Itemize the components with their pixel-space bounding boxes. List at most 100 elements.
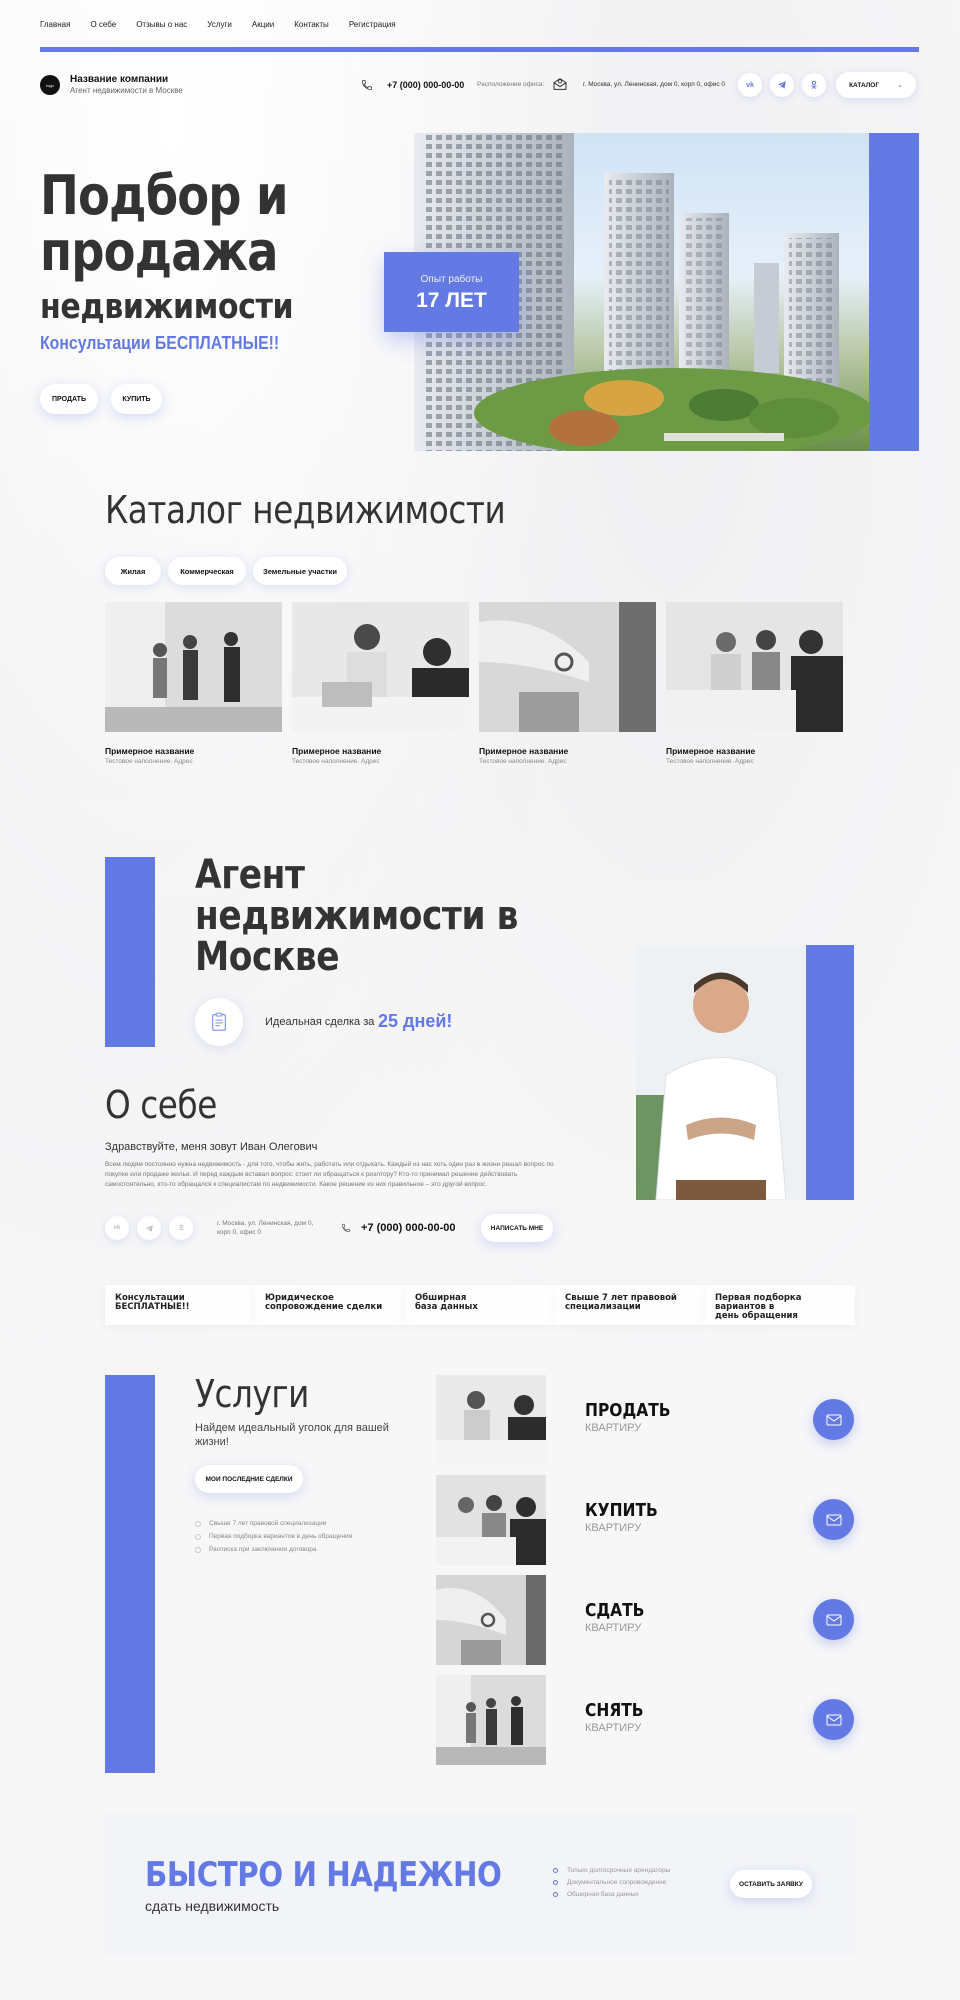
tab-residential[interactable]: Жилая — [105, 557, 161, 585]
nav-item-register[interactable]: Регистрация — [349, 20, 396, 29]
services-accent-bar — [105, 1375, 155, 1773]
service-mail-button[interactable] — [813, 1699, 854, 1740]
services-bullet-text: Расписка при заключении договора — [209, 1546, 317, 1553]
telegram-button[interactable] — [770, 73, 794, 97]
mail-icon — [826, 1714, 841, 1725]
odnoklassniki-button[interactable] — [169, 1216, 193, 1240]
hero-accent-block — [869, 133, 919, 451]
buy-button[interactable]: КУПИТЬ — [111, 384, 162, 414]
deal-days: 25 дней! — [378, 1011, 453, 1031]
bullet-dot-icon — [553, 1892, 558, 1897]
service-subtitle: КВАРТИРУ — [585, 1622, 642, 1634]
catalog-label: КАТАЛОГ — [849, 81, 880, 89]
promo-bullet-text: Только долгосрочные арендаторы — [567, 1867, 671, 1874]
office-consultation-photo — [666, 602, 843, 732]
service-image — [436, 1575, 546, 1665]
catalog-card-image[interactable] — [666, 602, 843, 732]
promo-bullet-text: Обширная база данных — [567, 1891, 639, 1898]
feature-item: Консультации БЕСПЛАТНЫЕ!! — [105, 1285, 255, 1325]
document-icon — [195, 998, 243, 1046]
bullet-dot-icon — [195, 1533, 201, 1540]
about-text: Всем людям постоянно нужна недвижимость … — [105, 1161, 554, 1188]
catalog-card-subtitle: Тестовое наполнение. Адрес — [105, 758, 193, 765]
telegram-icon — [145, 1224, 153, 1232]
nav-item-contacts[interactable]: Контакты — [294, 20, 329, 29]
services-bullet-text: Первая подборка вариантов в день обращен… — [209, 1533, 353, 1540]
business-meeting-photo — [292, 602, 469, 732]
page: Главная О себе Отзывы о нас Услуги Акции… — [0, 0, 960, 2000]
vk-button[interactable]: vk — [105, 1216, 129, 1240]
nav-item-about[interactable]: О себе — [90, 20, 116, 29]
experience-badge: Опыт работы 17 ЛЕТ — [384, 252, 519, 332]
odnoklassniki-button[interactable] — [802, 73, 826, 97]
feature-line: специализации — [565, 1302, 641, 1312]
submit-request-button[interactable]: ОСТАВИТЬ ЗАЯВКУ — [730, 1870, 812, 1898]
service-mail-button[interactable] — [813, 1599, 854, 1640]
feature-line: база данных — [415, 1302, 478, 1312]
nav-item-reviews[interactable]: Отзывы о нас — [136, 20, 187, 29]
telegram-button[interactable] — [137, 1216, 161, 1240]
chevron-down-icon: ⌄ — [897, 82, 903, 89]
nav-item-home[interactable]: Главная — [40, 20, 70, 29]
service-image — [436, 1675, 546, 1765]
logo[interactable]: logo — [40, 75, 60, 95]
header-phone[interactable]: +7 (000) 000-00-00 — [387, 80, 464, 90]
hero-title-line: Подбор и — [40, 164, 289, 227]
service-image — [436, 1475, 546, 1565]
feature-line: Первая подборка вариантов в — [715, 1293, 802, 1312]
about-address-line: г. Москва, ул. Ленинская, дом 0, — [217, 1220, 314, 1227]
tab-commercial[interactable]: Коммерческая — [168, 557, 246, 585]
catalog-card-image[interactable] — [292, 602, 469, 732]
recent-deals-button[interactable]: МОИ ПОСЛЕДНИЕ СДЕЛКИ — [195, 1465, 303, 1493]
bullet-dot-icon — [553, 1880, 558, 1885]
tab-land[interactable]: Земельные участки — [253, 557, 347, 585]
nav-item-services[interactable]: Услуги — [207, 20, 232, 29]
promo-bullet: Только долгосрочные арендаторы — [553, 1867, 670, 1874]
catalog-card-title[interactable]: Примерное название — [479, 746, 568, 756]
deal-text: Идеальная сделка за — [265, 1016, 375, 1028]
catalog-card-title[interactable]: Примерное название — [105, 746, 194, 756]
catalog-button[interactable]: КАТАЛОГ ⌄ — [836, 72, 916, 98]
about-phone[interactable]: +7 (000) 000-00-00 — [361, 1222, 455, 1234]
service-subtitle: КВАРТИРУ — [585, 1522, 642, 1534]
bullet-dot-icon — [553, 1868, 558, 1873]
agent-title-line: недвижимости в — [195, 893, 518, 939]
vk-icon: vk — [746, 81, 754, 89]
service-mail-button[interactable] — [813, 1499, 854, 1540]
about-address-line: корп 0, офис 0 — [217, 1229, 261, 1236]
mail-icon — [826, 1614, 841, 1625]
map-envelope-icon — [553, 78, 567, 90]
company-name: Название компании — [70, 74, 169, 85]
promo-subtitle: сдать недвижимость — [145, 1898, 280, 1914]
catalog-card-title[interactable]: Примерное название — [292, 746, 381, 756]
bullet-dot-icon — [195, 1520, 201, 1527]
service-image — [436, 1375, 546, 1465]
experience-label: Опыт работы — [420, 274, 483, 285]
write-me-button[interactable]: НАПИСАТЬ МНЕ — [481, 1214, 553, 1242]
sell-button[interactable]: ПРОДАТЬ — [40, 384, 98, 414]
agent-portrait — [636, 945, 806, 1200]
catalog-card-subtitle: Тестовое наполнение. Адрес — [479, 758, 567, 765]
agent-accent-block — [806, 945, 854, 1200]
services-title: Услуги — [195, 1372, 309, 1416]
people-handshake-photo — [105, 602, 282, 732]
vk-button[interactable]: vk — [738, 73, 762, 97]
top-nav: Главная О себе Отзывы о нас Услуги Акции… — [40, 20, 396, 29]
experience-value: 17 ЛЕТ — [416, 289, 487, 312]
nav-item-promo[interactable]: Акции — [252, 20, 274, 29]
catalog-card-image[interactable] — [479, 602, 656, 732]
service-title: ПРОДАТЬ — [585, 1400, 671, 1421]
keys-handover-photo — [479, 602, 656, 732]
hero-title-line: недвижимости — [40, 287, 294, 327]
about-address: г. Москва, ул. Ленинская, дом 0, корп 0,… — [217, 1219, 327, 1237]
service-mail-button[interactable] — [813, 1399, 854, 1440]
service-title: СНЯТЬ — [585, 1700, 644, 1721]
catalog-card-image[interactable] — [105, 602, 282, 732]
services-bullet: Расписка при заключении договора — [195, 1546, 317, 1553]
bullet-dot-icon — [195, 1546, 201, 1553]
phone-icon — [341, 1223, 351, 1233]
odnoklassniki-icon — [811, 80, 817, 90]
catalog-card-subtitle: Тестовое наполнение. Адрес — [666, 758, 754, 765]
service-subtitle: КВАРТИРУ — [585, 1422, 642, 1434]
catalog-card-title[interactable]: Примерное название — [666, 746, 755, 756]
